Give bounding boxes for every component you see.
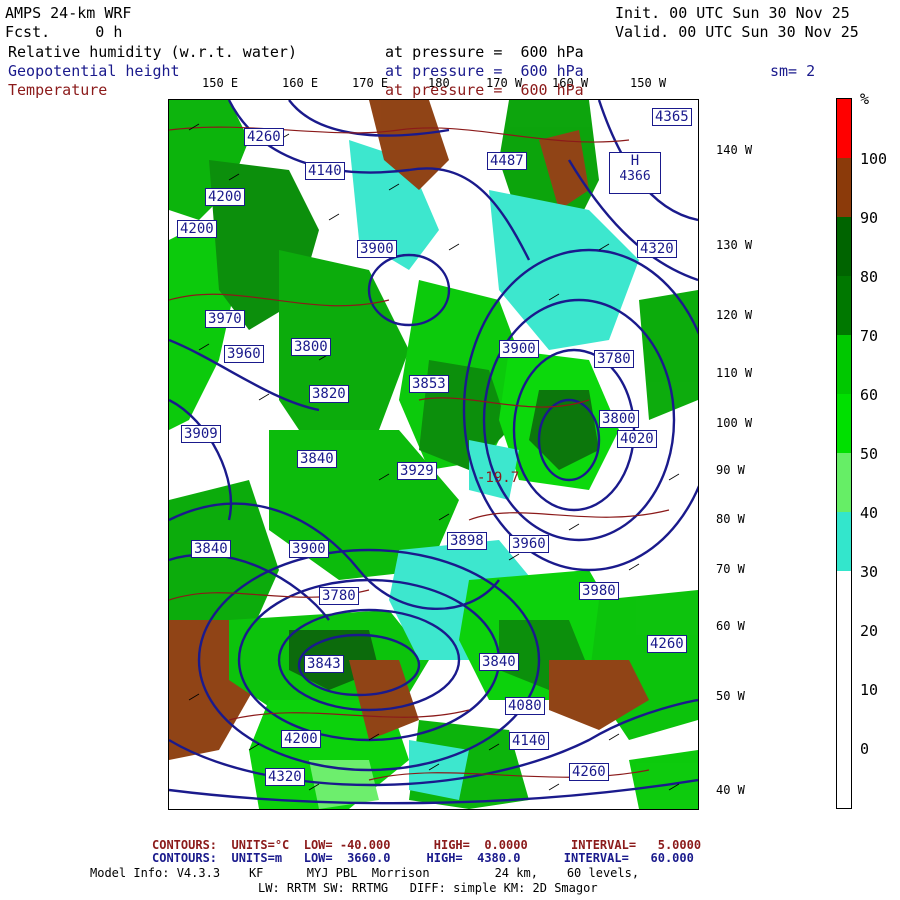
height-label: 3853 xyxy=(409,375,449,393)
height-contour-info: CONTOURS: UNITS=m LOW= 3660.0 HIGH= 4380… xyxy=(152,851,694,865)
colorbar xyxy=(836,98,852,809)
colorbar-segment-cyan xyxy=(837,512,851,571)
high-value: 4366 xyxy=(619,169,651,184)
high-marker: H xyxy=(630,153,640,169)
colorbar-label: 0 xyxy=(860,740,870,758)
height-label: 4260 xyxy=(569,763,609,781)
map-panel: 4365 H 4366 4320 4487 4260 4140 4200 420… xyxy=(168,99,699,810)
field2-name: Geopotential height xyxy=(8,62,180,80)
valid-time: Valid. 00 UTC Sun 30 Nov 25 xyxy=(615,23,859,41)
field1-name: Relative humidity (w.r.t. water) xyxy=(8,43,297,61)
lat-label: 100 W xyxy=(716,416,753,430)
colorbar-label: 50 xyxy=(860,445,879,463)
height-label: 3840 xyxy=(479,653,519,671)
lat-label: 40 W xyxy=(716,783,745,797)
lat-label: 70 W xyxy=(716,562,745,576)
height-label: 3840 xyxy=(297,450,337,468)
height-label: 3900 xyxy=(499,340,539,358)
lat-label: 110 W xyxy=(716,366,753,380)
height-label: 4200 xyxy=(205,188,245,206)
height-label: 4260 xyxy=(647,635,687,653)
height-label: 4487 xyxy=(487,152,527,170)
colorbar-label: 60 xyxy=(860,386,879,404)
field1-level: at pressure = 600 hPa xyxy=(385,43,584,61)
lat-label: 90 W xyxy=(716,463,745,477)
field3-level: at pressure = 600 hPa xyxy=(385,81,584,99)
temperature-contour-info: CONTOURS: UNITS=°C LOW= -40.000 HIGH= 0.… xyxy=(152,838,702,852)
height-label: 4020 xyxy=(617,430,657,448)
colorbar-segment-red xyxy=(837,99,851,158)
lon-label: 150 W xyxy=(630,76,667,90)
physics-info: LW: RRTM SW: RRTMG DIFF: simple KM: 2D S… xyxy=(258,881,598,895)
height-label: 4200 xyxy=(281,730,321,748)
colorbar-label: 20 xyxy=(860,622,879,640)
height-label: 3929 xyxy=(397,462,437,480)
height-label: 3960 xyxy=(224,345,264,363)
height-label: 4080 xyxy=(505,697,545,715)
colorbar-label: 30 xyxy=(860,563,879,581)
lat-label: 60 W xyxy=(716,619,745,633)
lon-label: 150 E xyxy=(202,76,239,90)
high-center-box: H 4366 xyxy=(609,152,661,194)
map-svg xyxy=(169,100,698,809)
height-label: 3900 xyxy=(357,240,397,258)
model-info: Model Info: V4.3.3 KF MYJ PBL Morrison 2… xyxy=(90,866,640,880)
weather-map-page: AMPS 24-km WRF Fcst. 0 h Relative humidi… xyxy=(0,0,900,900)
lat-label: 130 W xyxy=(716,238,753,252)
height-label: 4365 xyxy=(652,108,692,126)
height-label: 3843 xyxy=(304,655,344,673)
height-label: 3960 xyxy=(509,535,549,553)
height-label: 4260 xyxy=(244,128,284,146)
height-label: 3980 xyxy=(579,582,619,600)
lon-label: 170 E xyxy=(352,76,389,90)
colorbar-unit: % xyxy=(860,90,870,108)
colorbar-segment-green3 xyxy=(837,394,851,453)
colorbar-segment-green2 xyxy=(837,335,851,394)
lat-label: 80 W xyxy=(716,512,745,526)
colorbar-label: 80 xyxy=(860,268,879,286)
height-label: 4140 xyxy=(509,732,549,750)
field3-name: Temperature xyxy=(8,81,108,99)
height-label: 4320 xyxy=(637,240,677,258)
colorbar-label: 90 xyxy=(860,209,879,227)
lon-label: 160 E xyxy=(282,76,319,90)
height-label: 4200 xyxy=(177,220,217,238)
height-label: 3898 xyxy=(447,532,487,550)
height-label: 3820 xyxy=(309,385,349,403)
height-label: 4140 xyxy=(305,162,345,180)
colorbar-segment-brown xyxy=(837,158,851,217)
lat-label: 50 W xyxy=(716,689,745,703)
colorbar-segment-darkgreen xyxy=(837,217,851,276)
height-label: 3800 xyxy=(599,410,639,428)
height-label: 3970 xyxy=(205,310,245,328)
temperature-label: -19.7 xyxy=(477,470,520,486)
colorbar-label: 40 xyxy=(860,504,879,522)
forecast-hour: Fcst. 0 h xyxy=(5,23,123,41)
colorbar-segment-white xyxy=(837,571,851,808)
colorbar-label: 100 xyxy=(860,150,888,168)
colorbar-label: 70 xyxy=(860,327,879,345)
humidity-shading xyxy=(169,100,698,809)
height-label: 3780 xyxy=(594,350,634,368)
height-label: 3900 xyxy=(289,540,329,558)
colorbar-segment-lightgreen xyxy=(837,453,851,512)
lat-label: 140 W xyxy=(716,143,753,157)
colorbar-label: 10 xyxy=(860,681,879,699)
colorbar-segment-green1 xyxy=(837,276,851,335)
model-title: AMPS 24-km WRF xyxy=(5,4,132,22)
init-time: Init. 00 UTC Sun 30 Nov 25 xyxy=(615,4,850,22)
height-label: 3840 xyxy=(191,540,231,558)
lat-label: 120 W xyxy=(716,308,753,322)
height-label: 3800 xyxy=(291,338,331,356)
smoothing-label: sm= 2 xyxy=(770,62,816,80)
height-label: 3909 xyxy=(181,425,221,443)
height-label: 4320 xyxy=(265,768,305,786)
height-label: 3780 xyxy=(319,587,359,605)
